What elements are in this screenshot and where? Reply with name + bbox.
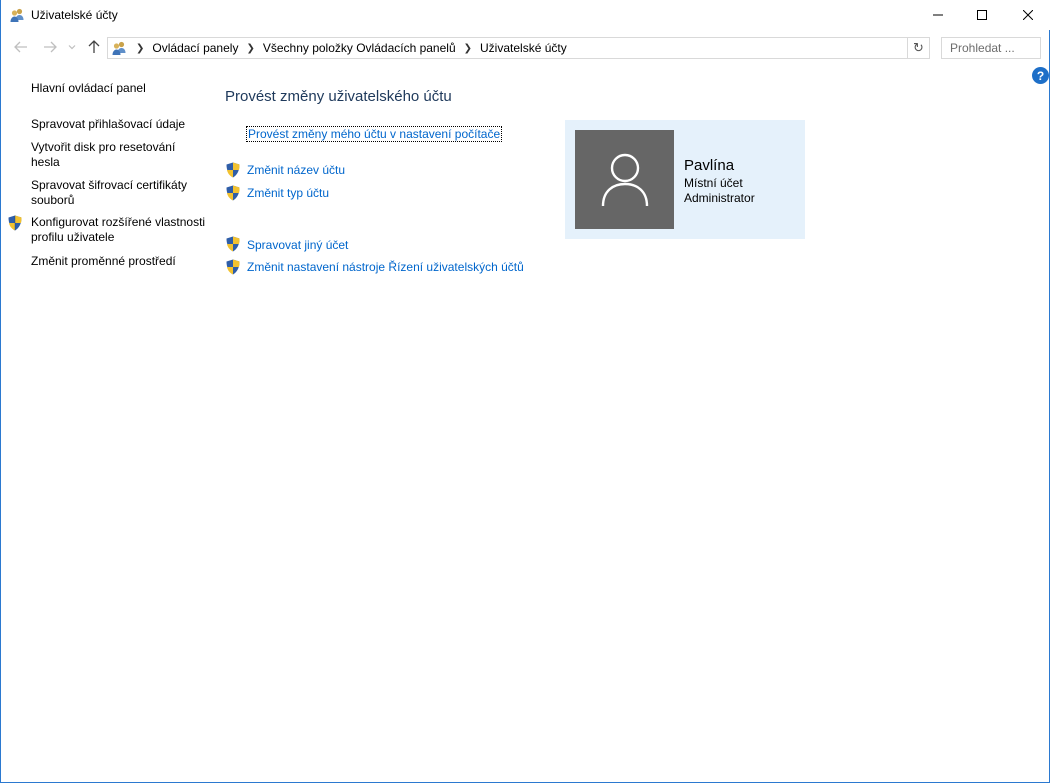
close-button[interactable] [1005,0,1050,30]
account-type: Místní účet [684,176,743,190]
recent-locations-button[interactable] [66,38,78,56]
uac-settings-link[interactable]: Změnit nastavení nástroje Řízení uživate… [247,260,524,274]
chevron-right-icon[interactable]: ❯ [464,43,472,54]
address-field[interactable]: ❯ Ovládací panely ❯ Všechny položky Ovlá… [107,37,1006,59]
user-icon [601,153,648,206]
arrow-left-icon [14,41,27,53]
chevron-down-icon [68,45,76,50]
sidebar-item-reset-disk[interactable]: Vytvořit disk pro resetování hesla [31,140,206,170]
account-name: Pavlína [684,157,735,174]
breadcrumb: ❯ Ovládací panely ❯ Všechny položky Ovlá… [132,41,567,55]
pc-settings-link[interactable]: Provést změny mého účtu v nastavení počí… [246,126,503,142]
help-button[interactable]: ? [1032,67,1049,84]
search-input[interactable] [950,39,1044,57]
navigation-bar: ❯ Ovládací panely ❯ Všechny položky Ovlá… [1,34,1050,60]
chevron-right-icon[interactable]: ❯ [136,43,144,54]
minimize-button[interactable] [915,0,961,30]
account-role: Administrator [684,191,755,205]
uac-shield-icon [7,215,23,231]
minimize-icon [933,14,943,16]
refresh-icon: ↻ [913,40,924,55]
help-icon: ? [1036,68,1045,83]
sidebar-item-control-panel-home[interactable]: Hlavní ovládací panel [31,81,206,96]
up-button[interactable] [85,38,103,56]
account-card: Pavlína Místní účet Administrator [565,120,805,239]
breadcrumb-control-panel[interactable]: Ovládací panely [152,41,238,55]
back-button[interactable] [12,38,30,56]
control-panel-window: Uživatelské účty ❯ Ovládací panely ❯ Vše… [0,0,1050,783]
arrow-up-icon [88,40,100,53]
page-title: Provést změny uživatelského účtu [225,88,452,105]
maximize-button[interactable] [959,0,1005,30]
sidebar-item-environment-variables[interactable]: Změnit proměnné prostředí [31,254,206,269]
users-icon [9,7,25,23]
sidebar-item-advanced-profile[interactable]: Konfigurovat rozšířené vlastnosti profil… [31,215,206,245]
manage-another-account-link[interactable]: Spravovat jiný účet [247,238,348,252]
arrow-right-icon [44,41,57,53]
forward-button[interactable] [41,38,59,56]
window-title: Uživatelské účty [31,8,118,22]
chevron-right-icon[interactable]: ❯ [246,43,254,54]
uac-shield-icon [225,236,241,252]
change-account-name-link[interactable]: Změnit název účtu [247,163,345,177]
users-icon [111,40,127,56]
search-field[interactable] [941,37,1044,59]
uac-shield-icon [225,185,241,201]
title-bar[interactable]: Uživatelské účty [1,0,1050,30]
refresh-button[interactable]: ↻ [908,37,930,59]
sidebar-item-credentials[interactable]: Spravovat přihlašovací údaje [31,117,206,132]
close-icon [1023,10,1033,20]
breadcrumb-user-accounts[interactable]: Uživatelské účty [480,41,567,55]
uac-shield-icon [225,162,241,178]
sidebar-item-encryption-certificates[interactable]: Spravovat šifrovací certifikáty souborů [31,178,206,208]
change-account-type-link[interactable]: Změnit typ účtu [247,186,329,200]
uac-shield-icon [225,259,241,275]
breadcrumb-all-items[interactable]: Všechny položky Ovládacích panelů [263,41,456,55]
avatar [575,130,674,229]
maximize-icon [977,10,987,20]
